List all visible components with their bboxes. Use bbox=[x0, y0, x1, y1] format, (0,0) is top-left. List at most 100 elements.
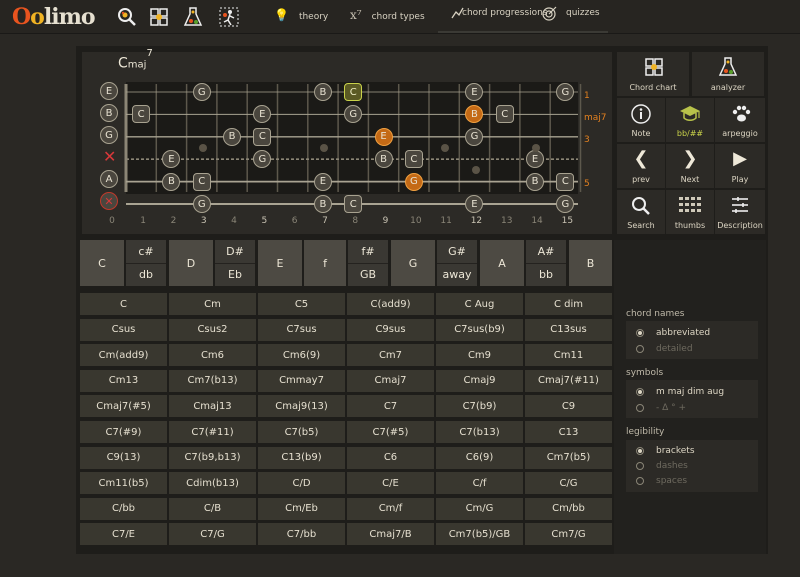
chord-cell[interactable]: Cm7(b5)/GB bbox=[436, 523, 523, 546]
chord-cell[interactable]: Cm11 bbox=[525, 344, 612, 367]
description-button[interactable]: Description bbox=[715, 190, 765, 234]
chord-cell[interactable]: C13sus bbox=[525, 318, 612, 341]
chord-cell[interactable]: Cm7 bbox=[347, 344, 434, 367]
chord-cell[interactable]: C dim bbox=[525, 293, 612, 315]
chord-cell[interactable]: C Aug bbox=[436, 293, 523, 315]
fret-note-marker[interactable]: C bbox=[132, 105, 151, 124]
thumbs-button[interactable]: thumbs bbox=[666, 190, 714, 234]
chord-cell[interactable]: C7(#11) bbox=[169, 421, 256, 443]
chord-cell[interactable]: C/D bbox=[258, 472, 345, 495]
chord-cell[interactable]: Cm(add9) bbox=[80, 344, 167, 367]
chord-cell[interactable]: C/B bbox=[169, 497, 256, 520]
chord-cell[interactable]: C5 bbox=[258, 293, 345, 315]
analyzer-button[interactable]: analyzer bbox=[692, 52, 764, 96]
chord-cell[interactable]: Cm7/G bbox=[525, 523, 612, 546]
chord-cell[interactable]: Cdim(b13) bbox=[169, 472, 256, 495]
fret-note-marker[interactable]: C bbox=[344, 195, 363, 213]
note-e[interactable]: E bbox=[258, 240, 302, 286]
chord-cell[interactable]: Cm/f bbox=[347, 497, 434, 520]
chord-chart-button[interactable]: Chord chart bbox=[617, 52, 689, 96]
fret-note-marker[interactable]: C bbox=[192, 172, 211, 191]
chord-cell[interactable]: C13 bbox=[525, 421, 612, 443]
fret-note-marker[interactable]: B bbox=[526, 172, 545, 191]
fret-note-marker[interactable]: C bbox=[253, 127, 272, 146]
chord-cell[interactable]: C6(9) bbox=[436, 446, 523, 469]
note-c-sharp-label[interactable]: c# bbox=[126, 240, 166, 263]
fret-note-marker[interactable]: C bbox=[344, 83, 363, 101]
chord-cell[interactable]: Cm7(b5) bbox=[525, 446, 612, 469]
chord-cell[interactable]: Cm13 bbox=[80, 369, 167, 392]
chord-cell[interactable]: Csus bbox=[80, 318, 167, 341]
fret-note-marker[interactable]: B bbox=[313, 83, 332, 101]
fret-note-marker[interactable]: E bbox=[313, 172, 332, 191]
fret-note-marker[interactable]: B bbox=[223, 127, 242, 146]
note-a[interactable]: A bbox=[480, 240, 524, 286]
chord-cell[interactable]: C7(#9) bbox=[80, 421, 167, 443]
note-d-sharp-label[interactable]: D# bbox=[215, 240, 255, 263]
chord-cell[interactable]: Cm6 bbox=[169, 344, 256, 367]
chord-cell[interactable]: C6 bbox=[347, 446, 434, 469]
chord-cell[interactable]: Cmmay7 bbox=[258, 369, 345, 392]
option-dashes[interactable]: dashes bbox=[636, 461, 688, 471]
open-string-g[interactable]: G bbox=[100, 126, 118, 144]
chord-cell[interactable]: Cmaj7(#11) bbox=[525, 369, 612, 392]
chord-cell[interactable]: C/E bbox=[347, 472, 434, 495]
chord-cell[interactable]: Cmaj7 bbox=[347, 369, 434, 392]
fret-note-marker[interactable]: C bbox=[404, 150, 423, 169]
chord-cell[interactable]: C7/bb bbox=[258, 523, 345, 546]
chord-cell[interactable]: Cm/G bbox=[436, 497, 523, 520]
search-button[interactable]: Search bbox=[617, 190, 665, 234]
open-string-a[interactable]: A bbox=[100, 170, 118, 188]
chord-cell[interactable]: C7/E bbox=[80, 523, 167, 546]
note-g[interactable]: G bbox=[391, 240, 435, 286]
next-button[interactable]: ❯ Next bbox=[666, 144, 714, 188]
chord-cell[interactable]: C bbox=[80, 293, 167, 315]
chord-cell[interactable]: Cm/bb bbox=[525, 497, 612, 520]
option-detailed[interactable]: detailed bbox=[636, 344, 693, 354]
chord-cell[interactable]: C9(13) bbox=[80, 446, 167, 469]
chord-cell[interactable]: C/bb bbox=[80, 497, 167, 520]
chord-cell[interactable]: C7(b9) bbox=[436, 395, 523, 418]
chord-cell[interactable]: Cm6(9) bbox=[258, 344, 345, 367]
note-c-sharp[interactable]: c# db bbox=[126, 240, 166, 286]
option-text-symbols[interactable]: m maj dim aug bbox=[636, 387, 724, 397]
chord-cell[interactable]: C7(b13) bbox=[436, 421, 523, 443]
note-button[interactable]: Note bbox=[617, 98, 665, 142]
prev-button[interactable]: ❮ prev bbox=[617, 144, 665, 188]
open-string-b[interactable]: B bbox=[100, 104, 118, 122]
option-abbreviated[interactable]: abbreviated bbox=[636, 328, 710, 338]
note-b-flat-label[interactable]: bb bbox=[526, 262, 566, 287]
fret-note-marker[interactable]: E bbox=[374, 127, 393, 146]
note-e-flat-label[interactable]: Eb bbox=[215, 262, 255, 287]
option-glyph-symbols[interactable]: - Δ ° + bbox=[636, 403, 686, 413]
note-f[interactable]: f bbox=[304, 240, 346, 286]
chord-cell[interactable]: Csus2 bbox=[169, 318, 256, 341]
chord-cell[interactable]: C7 bbox=[347, 395, 434, 418]
chord-cell[interactable]: Cmaj9(13) bbox=[258, 395, 345, 418]
note-g-sharp[interactable]: G# away bbox=[437, 240, 477, 286]
chord-cell[interactable]: C7/G bbox=[169, 523, 256, 546]
fret-note-marker[interactable]: G bbox=[404, 172, 423, 191]
option-brackets[interactable]: brackets bbox=[636, 446, 695, 456]
chord-cell[interactable]: Cmaj13 bbox=[169, 395, 256, 418]
chord-cell[interactable]: C7(b5) bbox=[258, 421, 345, 443]
chord-cell[interactable]: C/G bbox=[525, 472, 612, 495]
fret-note-marker[interactable]: C bbox=[556, 172, 575, 191]
note-d[interactable]: D bbox=[169, 240, 213, 286]
note-a-flat-label[interactable]: away bbox=[437, 262, 477, 287]
chord-cell[interactable]: C9 bbox=[525, 395, 612, 418]
fret-note-marker[interactable]: C bbox=[495, 105, 514, 124]
fret-note-marker[interactable]: B bbox=[162, 172, 181, 191]
open-string-e-high[interactable]: E bbox=[100, 82, 118, 100]
chord-cell[interactable]: Cmaj9 bbox=[436, 369, 523, 392]
chord-cell[interactable]: Cmaj7(#5) bbox=[80, 395, 167, 418]
fret-note-marker[interactable]: B bbox=[313, 195, 332, 213]
note-g-flat-label[interactable]: GB bbox=[348, 262, 388, 287]
chord-cell[interactable]: C7(#5) bbox=[347, 421, 434, 443]
chord-cell[interactable]: C7(b9,b13) bbox=[169, 446, 256, 469]
note-f-sharp-label[interactable]: f# bbox=[348, 240, 388, 263]
chord-cell[interactable]: C/f bbox=[436, 472, 523, 495]
chord-cell[interactable]: Cm9 bbox=[436, 344, 523, 367]
muted-string-x-icon[interactable]: ✕ bbox=[103, 149, 116, 165]
note-b[interactable]: B bbox=[569, 240, 612, 286]
